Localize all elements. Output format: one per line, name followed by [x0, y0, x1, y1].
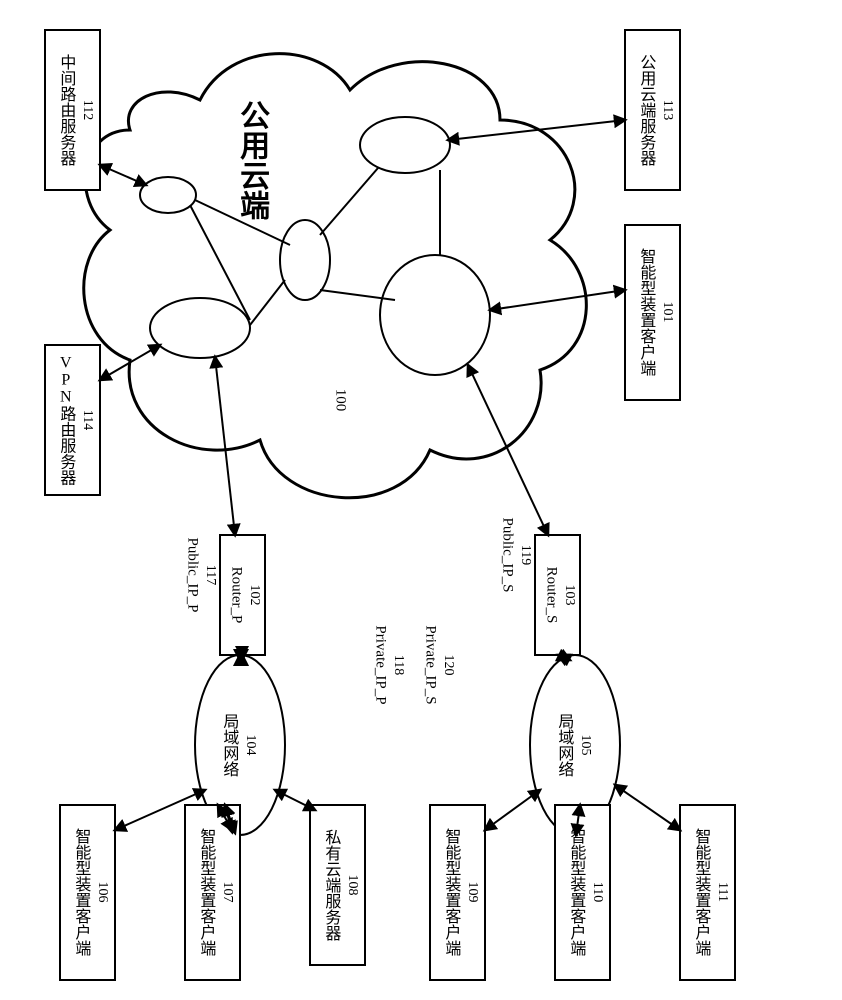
network-diagram: 公用云端 100 中间路由服务器 112 公用云端服务器 113 智能型装置客户…	[0, 0, 842, 1000]
box-smart-client-110: 智能型装置客户端 110	[555, 805, 610, 980]
svg-text:智能型装置客户端: 智能型装置客户端	[72, 828, 91, 956]
svg-text:106: 106	[95, 882, 110, 903]
cloud-label: 公用云端	[235, 100, 270, 220]
svg-text:117: 117	[203, 565, 218, 585]
svg-text:112: 112	[80, 100, 95, 120]
svg-text:114: 114	[80, 410, 95, 430]
svg-text:智能型装置客户端: 智能型装置客户端	[637, 248, 656, 376]
svg-text:Router_P: Router_P	[229, 567, 245, 624]
cloud-node	[140, 177, 196, 213]
svg-text:智能型装置客户端: 智能型装置客户端	[442, 828, 461, 956]
svg-text:智能型装置客户端: 智能型装置客户端	[567, 828, 586, 956]
svg-text:107: 107	[220, 882, 235, 903]
box-router-s: Router_S 103	[535, 535, 580, 655]
svg-text:智能型装置客户端: 智能型装置客户端	[197, 828, 216, 956]
svg-text:110: 110	[590, 882, 605, 902]
label-public-ip-s: Public_IP_S	[500, 517, 516, 592]
box-smart-client-106: 智能型装置客户端 106	[60, 805, 115, 980]
svg-text:120: 120	[441, 655, 456, 676]
cloud-id: 100	[333, 389, 349, 412]
svg-text:105: 105	[578, 735, 593, 756]
box-smart-client-101: 智能型装置客户端 101	[625, 225, 680, 400]
svg-text:Router_S: Router_S	[544, 567, 560, 624]
svg-text:111: 111	[715, 882, 730, 902]
svg-text:局域网络: 局域网络	[555, 713, 574, 777]
box-vpn-routing-server: VPN路由服务器 114	[45, 345, 100, 495]
box-private-cloud-server: 私有云端服务器 108	[310, 805, 365, 965]
svg-text:113: 113	[660, 100, 675, 120]
svg-text:101: 101	[660, 302, 675, 323]
svg-text:104: 104	[243, 735, 258, 756]
svg-text:109: 109	[465, 882, 480, 903]
svg-text:局域网络: 局域网络	[220, 713, 239, 777]
svg-text:中间路由服务器: 中间路由服务器	[57, 54, 76, 166]
box-smart-client-111: 智能型装置客户端 111	[680, 805, 735, 980]
svg-text:118: 118	[391, 655, 406, 675]
cloud-node	[380, 255, 490, 375]
box-smart-client-109: 智能型装置客户端 109	[430, 805, 485, 980]
public-cloud	[84, 54, 587, 498]
label-private-ip-p: Private_IP_P	[373, 625, 389, 704]
label-public-ip-p: Public_IP_P	[185, 537, 201, 612]
box-router-p: Router_P 102	[220, 535, 265, 655]
svg-text:102: 102	[247, 585, 262, 606]
svg-text:公用云端服务器: 公用云端服务器	[637, 54, 656, 166]
svg-text:103: 103	[562, 585, 577, 606]
box-public-cloud-server: 公用云端服务器 113	[625, 30, 680, 190]
svg-text:VPN路由服务器: VPN路由服务器	[57, 355, 76, 486]
svg-text:私有云端服务器: 私有云端服务器	[322, 829, 341, 941]
label-private-ip-s: Private_IP_S	[423, 625, 439, 704]
box-intermediate-routing-server: 中间路由服务器 112	[45, 30, 100, 190]
svg-text:智能型装置客户端: 智能型装置客户端	[692, 828, 711, 956]
svg-text:108: 108	[345, 875, 360, 896]
cloud-node	[360, 117, 450, 173]
cloud-node	[150, 298, 250, 358]
svg-text:119: 119	[518, 545, 533, 565]
